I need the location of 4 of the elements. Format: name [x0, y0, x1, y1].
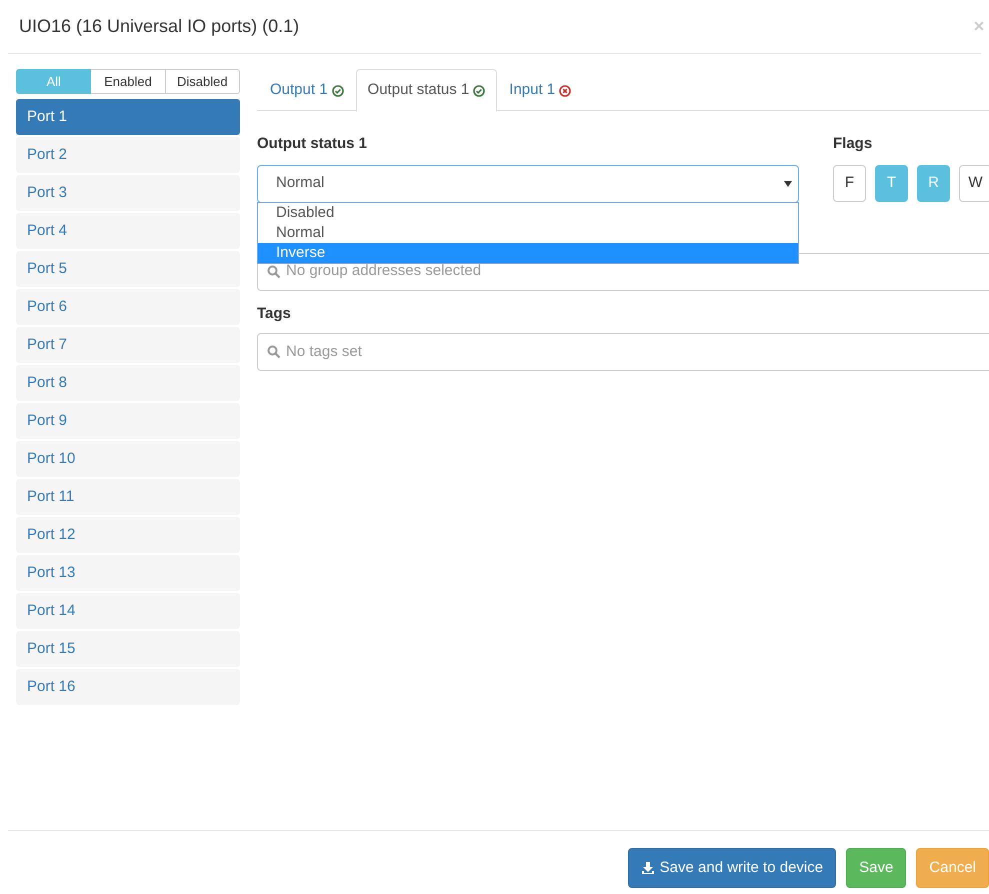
- field-label: Output status 1: [257, 134, 368, 154]
- field-label: Tags: [257, 304, 292, 324]
- field-label: Flags: [833, 134, 874, 154]
- window-title: UIO16 (16 Universal IO ports) (0.1): [19, 15, 300, 38]
